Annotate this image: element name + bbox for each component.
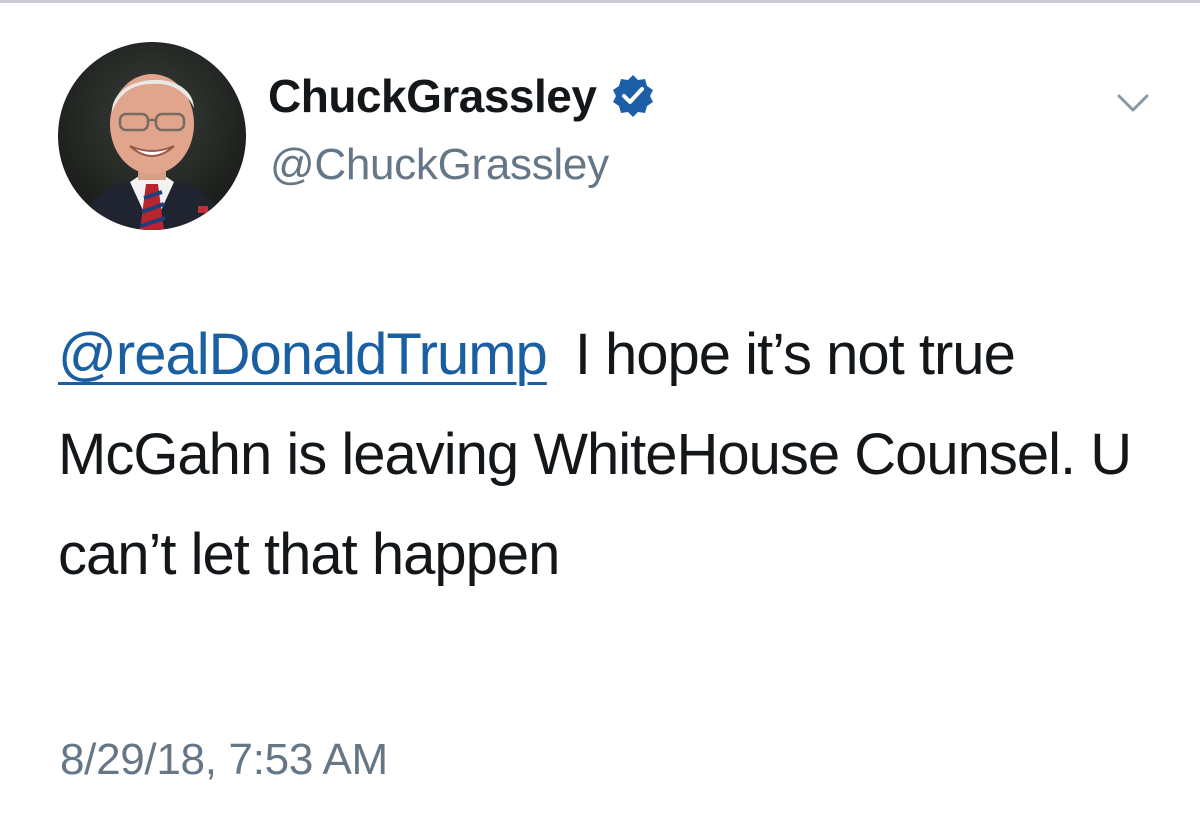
profile-photo-icon (58, 42, 246, 230)
verified-badge-icon (610, 73, 656, 119)
chevron-down-icon[interactable] (1113, 88, 1153, 118)
avatar[interactable] (58, 42, 246, 230)
author-handle[interactable]: @ChuckGrassley (270, 140, 609, 190)
tweet-text: @realDonaldTrump I hope it’s not true McG… (58, 305, 1158, 605)
author-name-row: ChuckGrassley (268, 66, 656, 126)
tweet-timestamp[interactable]: 8/29/18, 7:53 AM (60, 735, 388, 785)
top-divider (0, 0, 1200, 3)
mention-link[interactable]: @realDonaldTrump (58, 322, 548, 387)
display-name[interactable]: ChuckGrassley (268, 69, 597, 123)
